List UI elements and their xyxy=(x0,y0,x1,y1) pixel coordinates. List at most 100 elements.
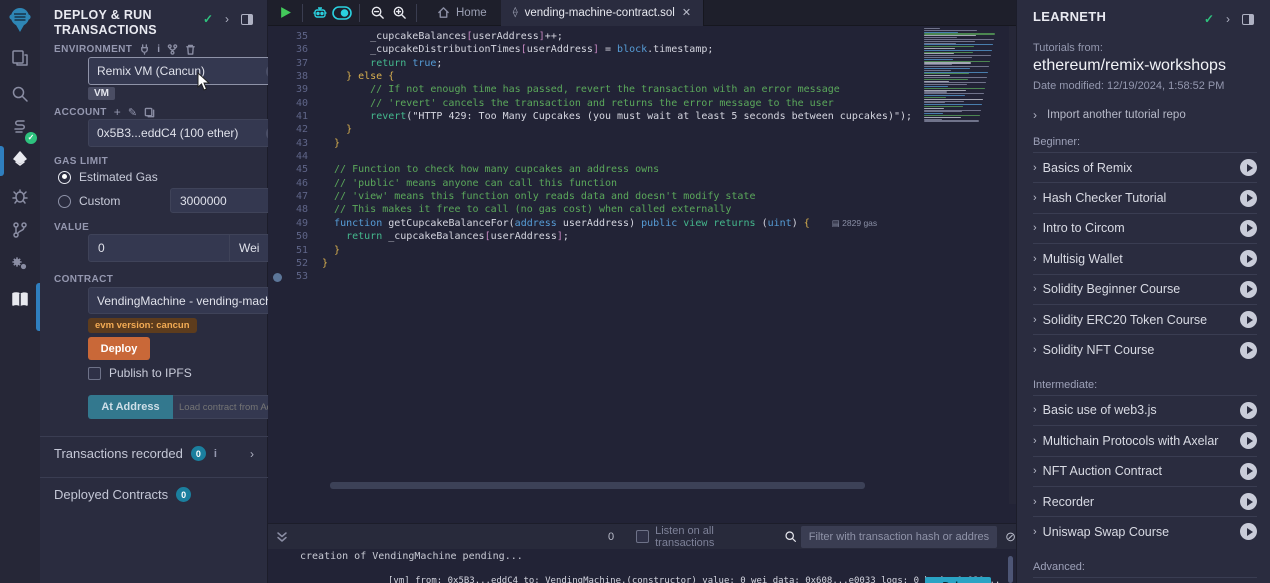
listen-checkbox[interactable] xyxy=(636,530,649,543)
deploy-run-icon[interactable] xyxy=(8,148,32,172)
code-line[interactable]: 40 // 'revert' cancels the transaction a… xyxy=(268,97,1008,110)
line-number[interactable]: 52 xyxy=(268,257,308,270)
play-tutorial-button[interactable] xyxy=(1240,402,1257,419)
line-number[interactable]: 53 xyxy=(268,270,308,283)
code-line[interactable]: 46 // 'public' means anyone can call thi… xyxy=(268,177,1008,190)
tab-vending-machine-contract[interactable]: ⟠ vending-machine-contract.sol ✕ xyxy=(501,0,704,26)
deploy-button[interactable]: Deploy xyxy=(88,337,150,360)
plus-icon[interactable]: + xyxy=(114,105,121,119)
code-line[interactable]: 45 // Function to check how many cupcake… xyxy=(268,163,1008,176)
line-number[interactable]: 39 xyxy=(268,83,308,96)
code-line[interactable]: 52} xyxy=(268,257,1008,270)
line-number[interactable]: 48 xyxy=(268,203,308,216)
tutorial-item[interactable]: ›All about Proxy Contracts xyxy=(1033,577,1257,583)
code-line[interactable]: 35 _cupcakeBalances[userAddress]++; xyxy=(268,30,1008,43)
code-line[interactable]: 41 revert("HTTP 429: Too Many Cupcakes (… xyxy=(268,110,1008,123)
code-line[interactable]: 47 // 'view' means this function only re… xyxy=(268,190,1008,203)
panel-expand-icon[interactable]: › xyxy=(1226,12,1230,26)
line-number[interactable]: 40 xyxy=(268,97,308,110)
play-tutorial-button[interactable] xyxy=(1240,190,1257,207)
solidity-compiler-icon[interactable]: ✓ xyxy=(8,116,32,140)
line-number[interactable]: 41 xyxy=(268,110,308,123)
tutorial-item[interactable]: ›Basics of Remix xyxy=(1033,152,1257,182)
line-number[interactable]: 43 xyxy=(268,137,308,150)
code-line[interactable]: 48 // This makes it free to call (no gas… xyxy=(268,203,1008,216)
play-tutorial-button[interactable] xyxy=(1240,432,1257,449)
code-line[interactable]: 50 return _cupcakeBalances[userAddress]; xyxy=(268,230,1008,243)
tutorial-item[interactable]: ›Solidity NFT Course xyxy=(1033,334,1257,364)
panel-expand-icon[interactable]: › xyxy=(225,12,229,26)
plug-icon[interactable] xyxy=(139,44,150,55)
play-tutorial-button[interactable] xyxy=(1240,342,1257,359)
tutorial-item[interactable]: ›Multichain Protocols with Axelar xyxy=(1033,425,1257,455)
custom-gas-radio[interactable] xyxy=(58,195,71,208)
line-number[interactable]: 50 xyxy=(268,230,308,243)
environment-select[interactable]: Remix VM (Cancun) ⇅ xyxy=(88,57,290,85)
value-input[interactable]: 0 xyxy=(88,234,230,262)
play-tutorial-button[interactable] xyxy=(1240,281,1257,298)
editor-scrollbar[interactable] xyxy=(1009,26,1016,504)
edit-icon[interactable]: ✎ xyxy=(128,106,137,119)
play-tutorial-button[interactable] xyxy=(1240,523,1257,540)
line-number[interactable]: 51 xyxy=(268,244,308,257)
pin-panel-icon[interactable] xyxy=(241,14,253,25)
collapse-terminal-icon[interactable] xyxy=(272,526,293,548)
play-tutorial-button[interactable] xyxy=(1240,311,1257,328)
git-icon[interactable] xyxy=(8,218,32,242)
horizontal-scrollbar[interactable] xyxy=(330,482,865,489)
line-number[interactable]: 44 xyxy=(268,150,308,163)
transaction-filter-input[interactable] xyxy=(801,526,997,548)
import-tutorial-repo[interactable]: › Import another tutorial repo xyxy=(1033,108,1257,122)
line-number[interactable]: 49 xyxy=(268,217,308,230)
code-line[interactable]: 51 } xyxy=(268,244,1008,257)
line-number[interactable]: 45 xyxy=(268,163,308,176)
learneth-book-icon[interactable] xyxy=(8,288,32,312)
contract-select[interactable]: VendingMachine - vending-machin xyxy=(88,287,290,314)
code-line[interactable]: 42 } xyxy=(268,123,1008,136)
debugger-icon[interactable] xyxy=(8,184,32,208)
code-line[interactable]: 38 } else { xyxy=(268,70,1008,83)
plugin-settings-icon[interactable] xyxy=(8,252,32,276)
code-line[interactable]: 36 _cupcakeDistributionTimes[userAddress… xyxy=(268,43,1008,56)
expand-transactions-icon[interactable]: › xyxy=(250,447,254,461)
play-tutorial-button[interactable] xyxy=(1240,463,1257,480)
tab-home[interactable]: Home xyxy=(423,0,501,26)
fork-icon[interactable] xyxy=(167,44,178,55)
terminal-scrollbar[interactable] xyxy=(1008,556,1013,583)
zoom-in-icon[interactable] xyxy=(388,2,410,24)
tutorial-item[interactable]: ›Hash Checker Tutorial xyxy=(1033,182,1257,212)
publish-ipfs-checkbox[interactable] xyxy=(88,367,101,380)
code-line[interactable]: 39 // If not enough time has passed, rev… xyxy=(268,83,1008,96)
code-line[interactable]: 43 } xyxy=(268,137,1008,150)
code-line[interactable]: 53 xyxy=(268,270,1008,283)
info-icon[interactable]: i xyxy=(157,44,160,55)
line-number[interactable]: 35 xyxy=(268,30,308,43)
play-tutorial-button[interactable] xyxy=(1240,159,1257,176)
transactions-recorded-section[interactable]: Transactions recorded 0 i › xyxy=(40,436,268,470)
search-icon[interactable] xyxy=(8,82,32,106)
clear-console-icon[interactable]: ⊘ xyxy=(1005,529,1016,545)
tutorial-item[interactable]: ›Multisig Wallet xyxy=(1033,243,1257,273)
close-icon[interactable]: ✕ xyxy=(682,6,691,19)
code-editor[interactable]: 35 _cupcakeBalances[userAddress]++;36 _c… xyxy=(268,26,1016,504)
play-icon[interactable] xyxy=(274,2,296,24)
account-select[interactable]: 0x5B3...eddC4 (100 ether) ⇅ xyxy=(88,119,290,147)
play-tutorial-button[interactable] xyxy=(1240,250,1257,267)
tutorial-item[interactable]: ›Basic use of web3.js xyxy=(1033,395,1257,425)
play-tutorial-button[interactable] xyxy=(1240,493,1257,510)
code-line[interactable]: 49 function getCupcakeBalanceFor(address… xyxy=(268,217,1008,230)
line-number[interactable]: 38 xyxy=(268,70,308,83)
info-icon[interactable]: i xyxy=(214,448,217,460)
search-icon[interactable] xyxy=(780,526,801,548)
line-number[interactable]: 36 xyxy=(268,43,308,56)
tutorial-item[interactable]: ›Intro to Circom xyxy=(1033,213,1257,243)
ai-robot-icon[interactable] xyxy=(309,2,331,24)
at-address-button[interactable]: At Address xyxy=(88,395,173,419)
copilot-toggle-icon[interactable] xyxy=(331,2,353,24)
play-tutorial-button[interactable] xyxy=(1240,220,1257,237)
tutorial-item[interactable]: ›Solidity Beginner Course xyxy=(1033,274,1257,304)
estimated-gas-radio[interactable] xyxy=(58,171,71,184)
tutorial-item[interactable]: ›NFT Auction Contract xyxy=(1033,456,1257,486)
line-number[interactable]: 42 xyxy=(268,123,308,136)
remix-logo[interactable] xyxy=(6,6,34,34)
